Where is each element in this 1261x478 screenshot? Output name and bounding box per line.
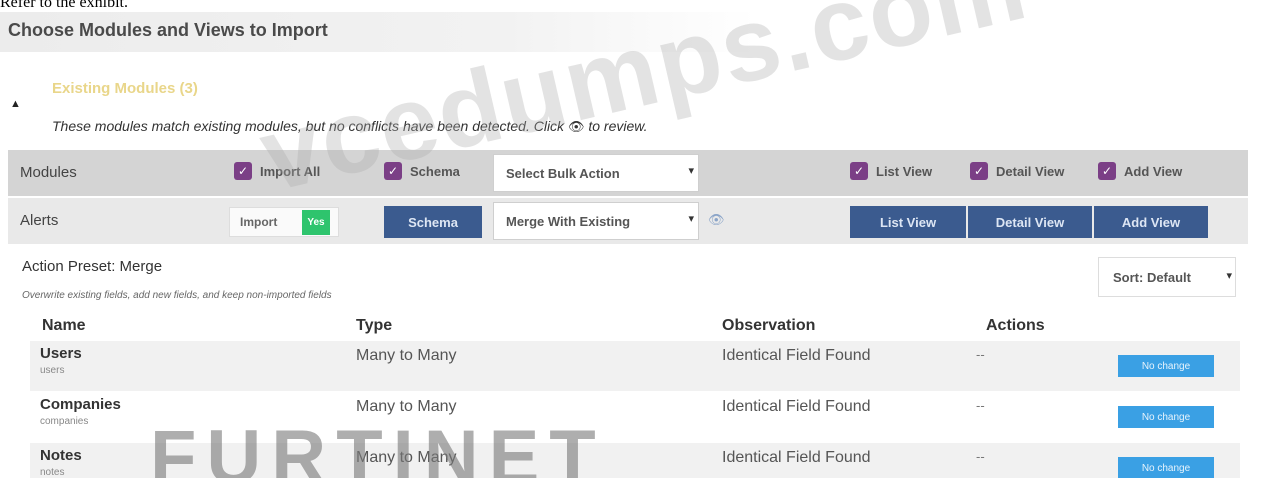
action-preset-title: Action Preset: Merge: [22, 258, 163, 275]
import-toggle-label: Import: [240, 215, 278, 229]
schema-button[interactable]: Schema: [384, 206, 482, 238]
column-header-actions[interactable]: Actions: [986, 317, 1045, 335]
checkbox-checked-icon: ✓: [970, 162, 988, 180]
row-actions: --: [976, 449, 985, 464]
row-name: Companies: [40, 396, 121, 413]
row-actions: --: [976, 398, 985, 413]
checkbox-checked-icon: ✓: [850, 162, 868, 180]
brand-watermark-logo: FURTINET®: [150, 414, 615, 478]
exhibit-caption: Refer to the exhibit.: [0, 0, 128, 11]
bulk-action-select[interactable]: Select Bulk Action ▾: [493, 154, 699, 192]
page-title: Choose Modules and Views to Import: [8, 20, 328, 40]
chevron-down-icon: ▾: [688, 213, 694, 225]
list-view-label: List View: [876, 163, 933, 179]
detail-view-button[interactable]: Detail View: [968, 206, 1092, 238]
sort-select[interactable]: Sort: Default ▾: [1098, 257, 1236, 297]
list-view-checkbox[interactable]: ✓ List View: [850, 162, 932, 180]
table-row[interactable]: Users users Many to Many Identical Field…: [30, 341, 1240, 391]
row-observation: Identical Field Found: [722, 398, 871, 415]
status-badge[interactable]: No change: [1118, 457, 1214, 478]
chevron-down-icon: ▾: [1226, 270, 1232, 282]
row-observation: Identical Field Found: [722, 449, 871, 466]
column-header-observation[interactable]: Observation: [722, 317, 815, 335]
detail-view-label: Detail View: [996, 163, 1065, 179]
merge-select-value: Merge With Existing: [506, 214, 631, 229]
row-observation: Identical Field Found: [722, 347, 871, 364]
modules-label: Modules: [20, 164, 77, 181]
row-name: Notes: [40, 447, 82, 464]
action-preset-description: Overwrite existing fields, add new field…: [22, 290, 332, 301]
row-subname: notes: [40, 467, 65, 478]
row-subname: users: [40, 365, 65, 376]
row-name: Users: [40, 345, 82, 362]
import-toggle-yes: Yes: [302, 210, 330, 235]
status-badge[interactable]: No change: [1118, 406, 1214, 428]
column-header-type[interactable]: Type: [356, 317, 392, 335]
alerts-label: Alerts: [20, 212, 59, 229]
chevron-down-icon: ▾: [688, 165, 694, 177]
column-header-name[interactable]: Name: [42, 317, 86, 335]
table-header: Name Type Observation Actions: [8, 315, 1248, 341]
status-badge[interactable]: No change: [1118, 355, 1214, 377]
caret-up-icon[interactable]: ▲: [10, 98, 21, 110]
modules-bar: Modules ✓ Import All ✓ Schema Select Bul…: [8, 150, 1248, 196]
row-actions: --: [976, 347, 985, 362]
add-view-button[interactable]: Add View: [1094, 206, 1208, 238]
brand-watermark-text: FURTINET: [150, 415, 606, 478]
row-subname: companies: [40, 416, 89, 427]
add-view-label: Add View: [1124, 163, 1183, 179]
add-view-checkbox[interactable]: ✓ Add View: [1098, 162, 1182, 180]
detail-view-checkbox[interactable]: ✓ Detail View: [970, 162, 1064, 180]
checkbox-checked-icon: ✓: [1098, 162, 1116, 180]
sort-select-value: Sort: Default: [1113, 270, 1191, 285]
list-view-button[interactable]: List View: [850, 206, 966, 238]
eye-icon[interactable]: 👁: [708, 212, 725, 228]
section-heading[interactable]: Existing Modules (3): [52, 80, 198, 97]
bulk-action-value: Select Bulk Action: [506, 166, 620, 181]
row-type: Many to Many: [356, 347, 457, 364]
checkbox-checked-icon: ✓: [234, 162, 252, 180]
merge-select[interactable]: Merge With Existing ▾: [493, 202, 699, 240]
